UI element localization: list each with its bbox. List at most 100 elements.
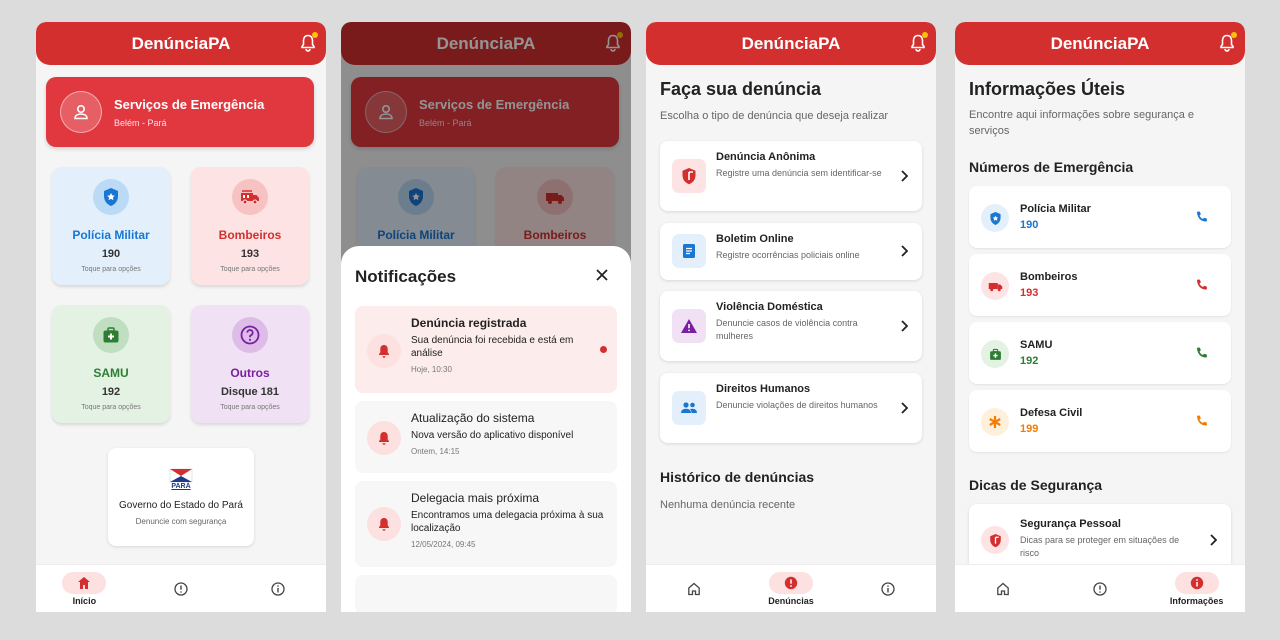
nav-info[interactable] [243,567,313,611]
medical-kit-icon [93,317,129,353]
screen-info: DenúnciaPA Informações Úteis Encontre aq… [955,22,1245,612]
para-logo: PARÁ [169,468,193,492]
screen-home: DenúnciaPA Serviços de Emergência Belém … [36,22,326,612]
reports-content: Faça sua denúncia Escolha o tipo de denú… [646,65,936,564]
warning-icon [672,309,706,343]
emergency-services-banner[interactable]: Serviços de Emergência Belém - Pará [46,77,314,147]
nav-home[interactable]: Início [49,567,119,611]
phone-icon[interactable] [1195,414,1209,428]
alert-circle-icon [1078,578,1122,600]
emergency-number: 199 [1020,423,1039,435]
emergency-number-fire[interactable]: Bombeiros 193 [969,254,1231,316]
service-hint: Toque para opções [220,266,280,273]
close-icon[interactable] [595,268,609,282]
emergency-number: 190 [1020,219,1039,231]
info-content: Informações Úteis Encontre aqui informaç… [955,65,1245,564]
alert-circle-icon [768,571,813,594]
service-hint: Toque para opções [81,404,141,411]
notification-item[interactable]: Denúncia registrada Sua denúncia foi rec… [355,306,617,393]
page-subtitle: Escolha o tipo de denúncia que deseja re… [660,110,889,122]
help-icon [232,317,268,353]
notification-title: Denúncia registrada [411,316,527,330]
person-icon [60,91,102,133]
report-type-desc: Denuncie casos de violência contra mulhe… [716,318,858,341]
report-type-title: Denúncia Anônima [716,151,816,163]
emergency-name: Bombeiros [1020,271,1078,283]
emergency-numbers-title: Números de Emergência [969,159,1134,175]
info-icon [256,578,300,600]
phone-icon[interactable] [1195,346,1209,360]
info-icon [866,578,910,600]
notification-item[interactable]: Delegacia mais próxima Encontramos uma d… [355,481,617,567]
app-bar: DenúnciaPA [36,22,326,65]
nav-info[interactable] [853,567,923,611]
medical-kit-icon [981,340,1009,368]
history-title: Histórico de denúncias [660,469,815,485]
notifications-bell-icon[interactable] [910,32,928,52]
notification-item[interactable] [355,575,617,612]
tip-personal-safety[interactable]: Segurança Pessoal Dicas para se proteger… [969,504,1231,564]
emergency-name: Defesa Civil [1020,407,1083,419]
emergency-name: Polícia Militar [1020,203,1091,215]
service-card-other[interactable]: Outros Disque 181 Toque para opções [191,305,309,423]
nav-reports[interactable] [146,567,216,611]
app-title: DenúnciaPA [741,33,841,53]
nav-home[interactable] [659,567,729,611]
notification-time: Ontem, 14:15 [411,447,460,456]
safety-tips-title: Dicas de Segurança [969,477,1103,493]
screen-notifications: DenúnciaPA Serviços de Emergência Belém … [341,22,631,612]
report-type-anonymous[interactable]: Denúncia Anônima Registre uma denúncia s… [660,141,922,211]
page-title: Informações Úteis [969,79,1126,99]
service-number: Disque 181 [220,386,280,398]
phone-icon[interactable] [1195,210,1209,224]
report-type-title: Direitos Humanos [716,383,811,395]
screen-reports: DenúnciaPA Faça sua denúncia Escolha o t… [646,22,936,612]
report-type-human-rights[interactable]: Direitos Humanos Denuncie violações de d… [660,373,922,443]
notification-dot [922,32,928,38]
nav-reports[interactable] [1065,567,1135,611]
emergency-number-police[interactable]: Polícia Militar 190 [969,186,1231,248]
notifications-sheet: Notificações Denúncia registrada Sua den… [341,246,631,612]
nav-label: Informações [1169,595,1224,606]
report-type-desc: Denuncie violações de direitos humanos [716,400,878,410]
nav-label: Início [72,595,97,606]
notifications-bell-icon[interactable] [300,32,318,52]
nav-info[interactable]: Informações [1162,567,1232,611]
service-card-police[interactable]: Polícia Militar 190 Toque para opções [52,167,170,285]
service-card-fire[interactable]: Bombeiros 193 Toque para opções [191,167,309,285]
service-card-samu[interactable]: SAMU 192 Toque para opções [52,305,170,423]
tip-desc: Dicas para se proteger em situações de r… [1020,535,1180,558]
notification-dot [312,32,318,38]
nav-home[interactable] [968,567,1038,611]
notifications-bell-icon[interactable] [1219,32,1237,52]
report-type-desc: Registre uma denúncia sem identificar-se [716,168,882,178]
emergency-number-civil-defense[interactable]: Defesa Civil 199 [969,390,1231,452]
gov-title: Governo do Estado do Pará [119,500,243,511]
asterisk-icon [981,408,1009,436]
chevron-right-icon [901,245,908,257]
history-empty: Nenhuma denúncia recente [660,499,796,511]
phone-icon[interactable] [1195,278,1209,292]
report-type-domestic-violence[interactable]: Violência Doméstica Denuncie casos de vi… [660,291,922,361]
nav-reports[interactable]: Denúncias [756,567,826,611]
shield-icon [672,159,706,193]
bottom-navigation: Denúncias [646,564,936,612]
shield-icon [93,179,129,215]
report-type-online[interactable]: Boletim Online Registre ocorrências poli… [660,223,922,280]
notification-item[interactable]: Atualização do sistema Nova versão do ap… [355,401,617,473]
fire-truck-icon [232,179,268,215]
report-type-desc: Registre ocorrências policiais online [716,250,860,260]
service-name: Polícia Militar [72,228,150,242]
service-name: SAMU [93,366,129,380]
notification-body: Encontramos uma delegacia próxima à sua … [411,510,604,534]
emergency-number: 193 [1020,287,1039,299]
home-icon [672,578,716,600]
hero-location: Belém - Pará [114,117,167,128]
emergency-number-samu[interactable]: SAMU 192 [969,322,1231,384]
service-hint: Toque para opções [81,266,141,273]
chevron-right-icon [1210,534,1217,546]
home-icon [981,578,1025,600]
bell-icon [367,507,401,541]
emergency-number: 192 [1020,355,1039,367]
nav-label: Denúncias [768,595,814,606]
